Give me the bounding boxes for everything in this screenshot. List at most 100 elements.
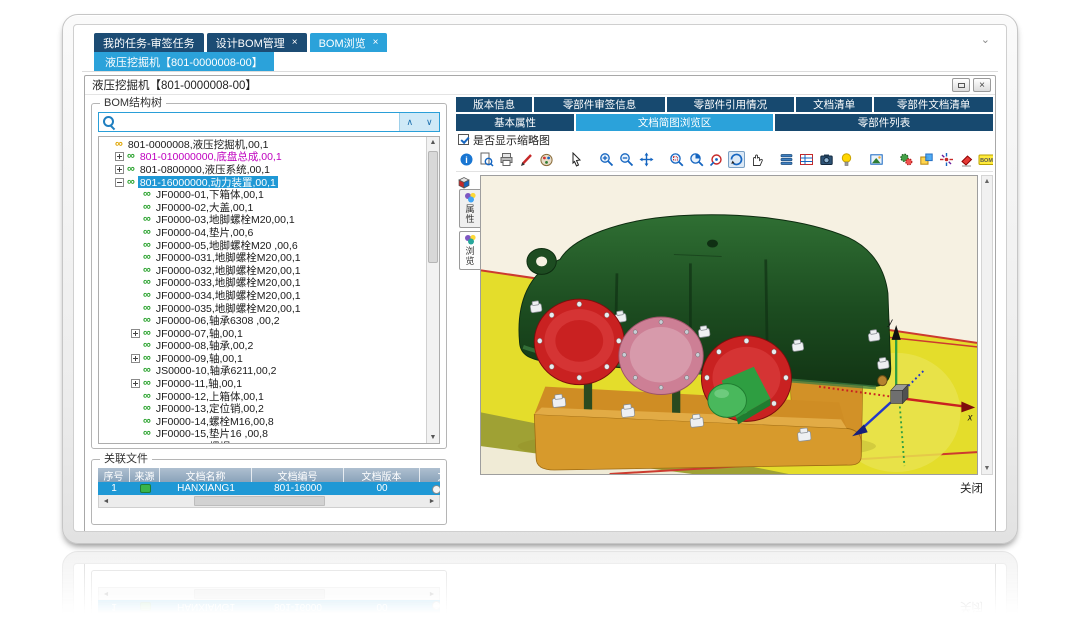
panel-vertical-scrollbar[interactable]: ▲ ▼ [981,175,993,475]
eraser-icon[interactable] [958,151,975,168]
camera-icon[interactable] [818,151,835,168]
tree-item[interactable]: JF0000-09,轴,00,1 [99,352,426,365]
expander-icon[interactable] [131,379,140,388]
tree-item[interactable]: 801-010000000,底盘总成,00,1 [99,151,426,164]
tree-item[interactable]: JF0000-08,轴承,00,2 [99,340,426,353]
explode-icon[interactable] [938,151,955,168]
tree-item[interactable]: JF0000-04,垫片,00,6 [99,226,426,239]
doc-preview-icon[interactable] [478,151,495,168]
top-tab[interactable]: 设计BOM管理 [207,33,307,52]
table-row[interactable]: 1 HANXIANG1 801-16000 00 [98,482,440,495]
close-link[interactable]: 关闭 [960,483,983,495]
panel-tab[interactable]: 文档简图浏览区 [576,114,773,131]
panel-tab[interactable]: 版本信息 [456,97,532,112]
tab-close-icon[interactable] [373,38,379,48]
table-horizontal-scrollbar[interactable]: ◄ ► [98,495,440,508]
tree-item-label: 801-0800000,液压系统,00,1 [138,163,272,176]
search-input[interactable] [118,114,399,130]
thumbnail-checkbox[interactable] [458,134,469,145]
select-cursor-icon[interactable] [568,151,585,168]
annotate-pen-icon[interactable] [518,151,535,168]
tree-item[interactable]: JF0000-032,地脚螺栓M20,00,1 [99,264,426,277]
tree-item[interactable]: 801-16000000,动力装置,00,1 [99,176,426,189]
scroll-down-icon[interactable]: ▼ [430,434,437,441]
layers-icon[interactable] [778,151,795,168]
scroll-up-icon[interactable]: ▲ [430,139,437,146]
table-side-button[interactable] [432,485,440,494]
tree-item[interactable]: 801-0800000,液压系统,00,1 [99,163,426,176]
zoom-extent-icon[interactable] [688,151,705,168]
panel-tab[interactable]: 零部件引用情况 [667,97,794,112]
tree-item[interactable]: JF0000-031,地脚螺栓M20,00,1 [99,251,426,264]
viewport-3d[interactable]: x y [480,175,978,475]
tree-item[interactable]: JF0000-16,螺帽M16 ,00,8 [99,440,426,443]
expander-icon[interactable] [115,152,124,161]
restore-button[interactable] [952,78,970,92]
pan-hand-icon[interactable] [748,151,765,168]
tree-item[interactable]: JF0000-12,上箱体,00,1 [99,390,426,403]
measure-grid-icon[interactable] [798,151,815,168]
tree-item[interactable]: JF0000-02,大盖,00,1 [99,201,426,214]
rotate-target-icon[interactable] [708,151,725,168]
close-button[interactable] [973,78,991,92]
tree-item[interactable]: JF0000-01,下箱体,00,1 [99,188,426,201]
palette-icon[interactable] [538,151,555,168]
scroll-up-icon[interactable]: ▲ [984,178,991,185]
tree-item[interactable]: JF0000-05,地脚螺栓M20 ,00,6 [99,239,426,252]
panel-tab[interactable]: 基本属性 [456,114,574,131]
top-tab[interactable]: BOM浏览 [310,33,388,52]
tree-item[interactable]: JF0000-15,垫片16 ,00,8 [99,428,426,441]
scroll-left-icon[interactable]: ◄ [99,498,113,505]
side-tab-properties[interactable]: 属性 [459,189,480,228]
column-header[interactable]: 文档版本 [344,468,420,482]
tree-item[interactable]: JF0000-06,轴承6308 ,00,2 [99,314,426,327]
scroll-thumb[interactable] [194,496,325,506]
column-header[interactable]: 文档编号 [252,468,344,482]
top-tab[interactable]: 我的任务-审签任务 [94,33,204,52]
zoom-window-icon[interactable] [668,151,685,168]
orbit-icon[interactable] [728,151,745,168]
expander-icon[interactable] [115,178,124,187]
panel-tab[interactable]: 零部件列表 [775,114,993,131]
info-icon[interactable]: i [458,151,475,168]
column-header[interactable]: 文档格式 [420,468,440,482]
expander-icon[interactable] [115,165,124,174]
search-prev-icon[interactable]: ∧ [400,113,420,131]
scroll-down-icon[interactable]: ▼ [984,465,991,472]
column-header[interactable]: 文档名称 [160,468,252,482]
zoom-in-icon[interactable] [598,151,615,168]
scroll-right-icon[interactable]: ► [425,498,439,505]
zoom-out-icon[interactable] [618,151,635,168]
expander-icon[interactable] [131,354,140,363]
print-icon[interactable] [498,151,515,168]
tree-item[interactable]: JF0000-13,定位销,00,2 [99,402,426,415]
side-tab-browse[interactable]: 浏览 [459,231,480,270]
gears-icon[interactable] [898,151,915,168]
panel-tab[interactable]: 零部件文档清单 [874,97,993,112]
image-export-icon[interactable] [868,151,885,168]
panel-tab[interactable]: 零部件审签信息 [534,97,665,112]
fit-view-icon[interactable] [638,151,655,168]
column-header[interactable]: 序号 [98,468,130,482]
light-bulb-icon[interactable] [838,151,855,168]
tree-item[interactable]: JF0000-035,地脚螺栓M20,00,1 [99,302,426,315]
column-header[interactable]: 来源 [130,468,160,482]
scroll-track[interactable] [113,495,425,507]
panel-tab[interactable]: 文档清单 [796,97,872,112]
tree-item[interactable]: JF0000-07,轴,00,1 [99,327,426,340]
tree-item[interactable]: JF0000-034,地脚螺栓M20,00,1 [99,289,426,302]
tree-item[interactable]: JF0000-03,地脚螺栓M20,00,1 [99,214,426,227]
tree-item[interactable]: JF0000-14,螺栓M16,00,8 [99,415,426,428]
tree-item[interactable]: JS0000-10,轴承6211,00,2 [99,365,426,378]
sub-tab[interactable]: 液压挖掘机【801-0000008-00】 [94,52,274,71]
tree-scroll-thumb[interactable] [428,151,438,263]
chevron-down-icon[interactable]: ⌄ [981,33,990,46]
assemble-icon[interactable] [918,151,935,168]
bom-icon[interactable]: BOM [978,151,993,168]
search-next-icon[interactable]: ∨ [420,113,440,131]
tree-item[interactable]: JF0000-11,轴,00,1 [99,377,426,390]
tree-item[interactable]: JF0000-033,地脚螺栓M20,00,1 [99,277,426,290]
tree-item[interactable]: 801-0000008,液压挖掘机,00,1 [99,138,426,151]
expander-icon[interactable] [131,329,140,338]
tab-close-icon[interactable] [292,38,298,48]
